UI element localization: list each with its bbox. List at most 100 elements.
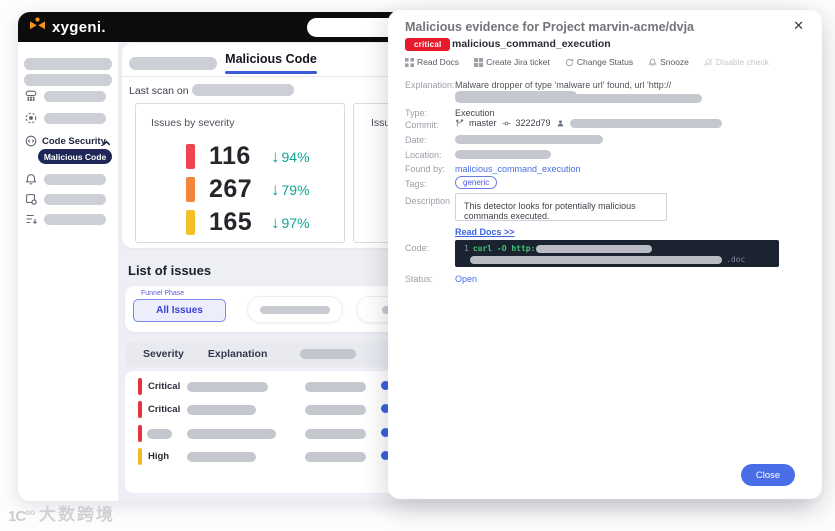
tag-chip-generic[interactable]: generic [455, 176, 498, 189]
code-snippet: 1 curl -O http: .doc [455, 240, 779, 267]
trend-percent: 94% [281, 148, 310, 165]
disable-check-action[interactable]: Disable check [704, 57, 769, 67]
redacted-text [455, 94, 702, 104]
cell-redacted [305, 429, 366, 439]
trend-down-icon: ↓ [271, 179, 280, 199]
check-name: malicious_command_execution [452, 38, 611, 50]
close-button[interactable]: Close [741, 464, 795, 486]
author-icon [557, 119, 563, 126]
close-icon[interactable]: ✕ [793, 18, 804, 34]
redacted-label [44, 173, 106, 185]
modal-title: Malicious evidence for Project marvin-ac… [405, 20, 695, 34]
redacted-text [455, 135, 603, 145]
scan-target-icon [24, 111, 38, 125]
brand-logo[interactable]: xygeni. [28, 17, 106, 37]
column-severity: Severity [143, 348, 184, 360]
sidebar-item-code-security[interactable]: Code Security [18, 134, 118, 148]
jira-grid-icon [474, 57, 484, 67]
explanation-redacted [187, 429, 276, 439]
severity-count: 116 [209, 142, 251, 170]
explanation-label: Explanation: [405, 80, 455, 90]
line-number: 1 [464, 244, 469, 253]
snooze-action[interactable]: Snooze [648, 57, 689, 67]
page: xygeni. Code Security Malicious Code Mal… [0, 0, 835, 531]
severity-cell: High [148, 451, 170, 462]
description-box: This detector looks for potentially mali… [455, 193, 667, 221]
tab-redacted[interactable] [129, 57, 217, 70]
malicious-evidence-modal: ✕ Malicious evidence for Project marvin-… [388, 10, 822, 499]
code-line-2: .doc [464, 254, 779, 265]
sidebar-item-label: Code Security [42, 135, 106, 147]
last-scan-label: Last scan on [129, 85, 189, 97]
redacted-code [536, 244, 653, 253]
sort-filter-icon [24, 212, 38, 226]
commit-branch[interactable]: master [469, 118, 497, 128]
redacted-label [44, 213, 106, 225]
type-label: Type: [405, 108, 428, 118]
tab-malicious-code[interactable]: Malicious Code [225, 52, 317, 66]
column-redacted [300, 349, 356, 359]
sidebar-item[interactable] [18, 57, 118, 71]
severity-bar [138, 425, 142, 442]
sidebar-item[interactable] [18, 192, 118, 206]
sidebar: Code Security Malicious Code [18, 42, 118, 501]
refresh-icon [565, 58, 574, 66]
explanation-redacted [187, 452, 256, 462]
severity-stat-medium: 165 ↓ 97% [186, 206, 310, 239]
package-icon [24, 192, 38, 206]
funnel-phase-label: Funnel Phase [141, 290, 185, 297]
sidebar-item[interactable] [18, 73, 118, 87]
severity-redacted [147, 429, 172, 439]
redacted-label [24, 58, 112, 70]
sidebar-item[interactable] [18, 111, 118, 125]
description-label: Description [405, 196, 451, 206]
read-docs-action[interactable]: Read Docs [405, 57, 459, 67]
date-value [455, 134, 603, 145]
change-status-action[interactable]: Change Status [565, 57, 633, 67]
redacted-label [44, 90, 106, 102]
read-docs-link[interactable]: Read Docs >> [455, 227, 515, 237]
found-by-link[interactable]: malicious_command_execution [455, 164, 581, 174]
severity-count: 165 [209, 208, 253, 236]
code-suffix: .doc [726, 255, 746, 264]
redacted-label [44, 193, 106, 205]
severity-color-bar [186, 144, 195, 169]
snooze-bell-icon [648, 58, 657, 66]
filter-dropdown-redacted[interactable] [247, 296, 343, 323]
code-line-1: 1 curl -O http: [464, 243, 779, 254]
commit-hash[interactable]: 3222d79 [516, 118, 551, 128]
xygeni-logo-icon [28, 17, 47, 37]
redacted-code [470, 255, 722, 264]
modal-action-bar: Read Docs Create Jira ticket Change Stat… [405, 57, 769, 67]
severity-stats: 116 ↓ 94% 267 ↓ 79% 165 ↓ 97% [186, 140, 310, 239]
redacted-label [44, 112, 106, 124]
all-issues-button[interactable]: All Issues [133, 299, 226, 322]
git-branch-icon [456, 118, 464, 126]
location-value [455, 149, 551, 160]
trend-percent: 97% [281, 214, 310, 231]
status-value-link[interactable]: Open [455, 274, 477, 284]
severity-color-bar [186, 210, 195, 235]
disable-bell-icon [704, 58, 713, 66]
docs-grid-icon [405, 57, 414, 67]
severity-count: 267 [209, 175, 253, 203]
active-tab-underline [225, 71, 317, 74]
column-explanation: Explanation [207, 348, 268, 360]
issues-by-severity-card: Issues by severity 116 ↓ 94% 267 ↓ 79% 1… [135, 103, 345, 243]
git-commit-icon [502, 121, 510, 125]
list-of-issues-title: List of issues [128, 263, 212, 278]
watermark: 1Coo 大数跨境 [8, 500, 115, 525]
sidebar-item[interactable] [18, 89, 118, 103]
code-command: curl -O http: [472, 244, 536, 253]
sidebar-subitem-malicious-code[interactable]: Malicious Code [38, 149, 112, 164]
commit-author-redacted [569, 118, 722, 128]
create-jira-ticket-action[interactable]: Create Jira ticket [474, 57, 550, 67]
commit-label: Commit: [405, 120, 439, 130]
sidebar-item[interactable] [18, 172, 118, 186]
card-title: Issues by severity [151, 117, 235, 129]
code-label: Code: [405, 243, 430, 253]
sidebar-item[interactable] [18, 212, 118, 226]
critical-severity-badge: critical [405, 38, 451, 51]
commit-value: master 3222d79 [455, 118, 722, 128]
redacted-label [260, 305, 330, 314]
